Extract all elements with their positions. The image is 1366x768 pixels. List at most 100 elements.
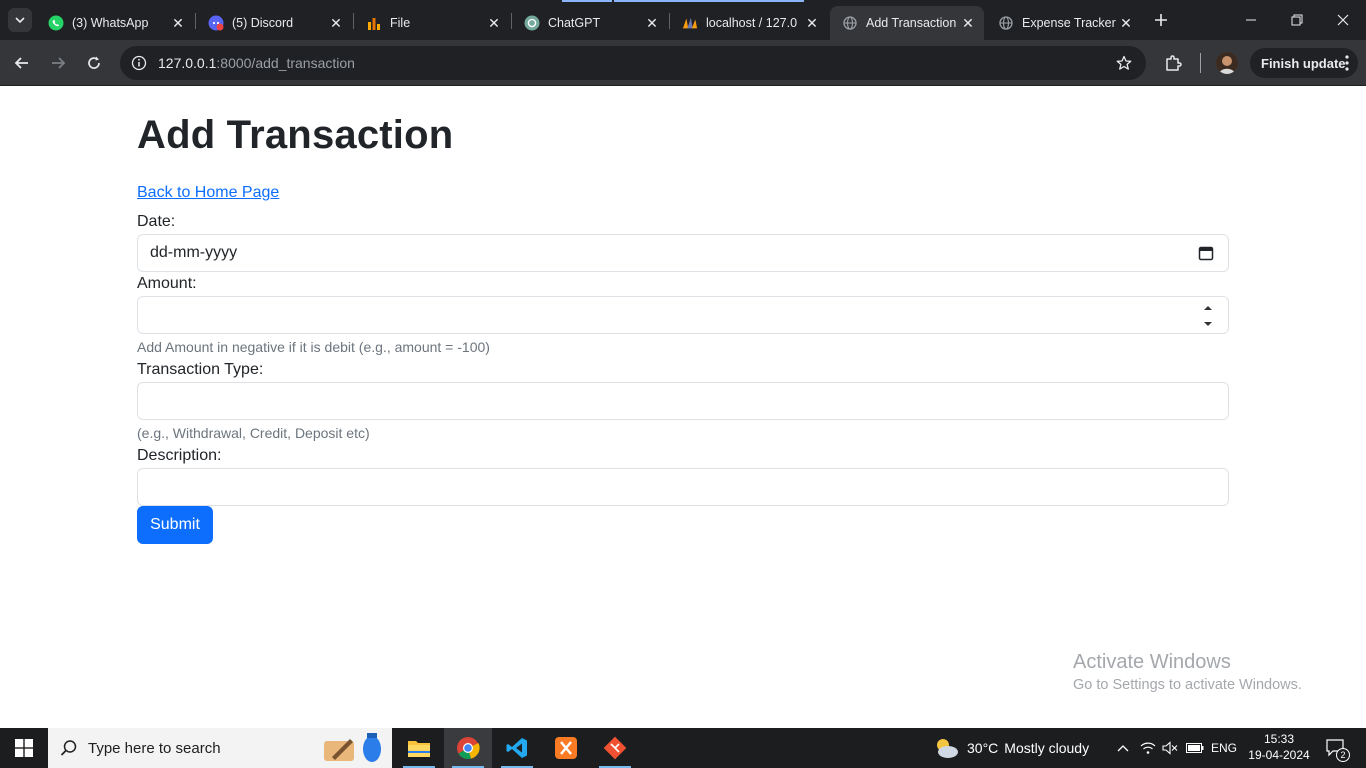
date-input[interactable]: dd-mm-yyyy — [137, 234, 1229, 272]
taskbar-file-explorer[interactable] — [395, 728, 443, 768]
show-hidden-icons-button[interactable] — [1112, 728, 1134, 768]
discord-icon — [208, 15, 224, 31]
search-highlight-illustration-icon — [324, 733, 381, 762]
cloudy-weather-icon — [937, 739, 958, 758]
taskbar-xampp[interactable] — [542, 728, 590, 768]
taskbar-search[interactable]: Type here to search — [48, 728, 392, 768]
start-button[interactable] — [0, 728, 48, 768]
browser-tab-bar: (3) WhatsApp ✕ (5) Discord ✕ File ✕ Chat… — [0, 0, 1366, 40]
tab-whatsapp[interactable]: (3) WhatsApp ✕ — [36, 6, 194, 40]
transaction-type-label: Transaction Type: — [137, 361, 264, 378]
tab-search-button[interactable] — [8, 8, 32, 32]
spin-down-icon[interactable] — [1203, 321, 1213, 327]
close-icon[interactable]: ✕ — [170, 15, 186, 31]
tab-localhost[interactable]: localhost / 127.0 ✕ — [670, 6, 828, 40]
amount-input[interactable] — [137, 296, 1229, 334]
taskbar-chrome[interactable] — [444, 728, 492, 768]
folder-icon — [408, 741, 430, 757]
spin-up-icon[interactable] — [1203, 305, 1213, 311]
battery-button[interactable] — [1184, 728, 1206, 768]
tab-add-transaction[interactable]: Add Transaction ✕ — [830, 6, 984, 40]
tab-title: Expense Tracker — [1022, 16, 1116, 30]
notification-center-button[interactable]: 2 — [1320, 728, 1352, 768]
language-label: ENG — [1210, 741, 1237, 755]
new-tab-button[interactable] — [1145, 4, 1177, 36]
phpmyadmin-icon — [682, 15, 698, 31]
arrow-left-icon — [14, 57, 28, 69]
taskbar-clock[interactable]: 15:33 19-04-2024 — [1244, 731, 1314, 763]
network-button[interactable] — [1138, 728, 1158, 768]
activate-windows-watermark: Activate Windows Go to Settings to activ… — [1073, 651, 1302, 693]
clock-date: 19-04-2024 — [1248, 748, 1310, 762]
xampp-icon — [555, 737, 577, 759]
close-icon[interactable]: ✕ — [804, 15, 820, 31]
info-icon[interactable] — [130, 54, 148, 72]
minimize-button[interactable] — [1228, 0, 1274, 40]
minimize-icon — [1246, 19, 1256, 21]
chevron-up-icon — [1117, 745, 1129, 752]
taskbar-vscode[interactable] — [493, 728, 541, 768]
tab-title: (5) Discord — [232, 16, 294, 30]
chatgpt-icon — [524, 15, 540, 31]
tab-chatgpt[interactable]: ChatGPT ✕ — [512, 6, 668, 40]
restore-button[interactable] — [1274, 0, 1320, 40]
tab-file[interactable]: File ✕ — [354, 6, 510, 40]
page-title: Add Transaction — [137, 113, 454, 157]
finish-update-label: Finish update — [1261, 55, 1346, 71]
input-language-button[interactable]: ENG — [1208, 728, 1240, 768]
description-label: Description: — [137, 447, 222, 464]
page-content: Add Transaction Back to Home Page Date: … — [0, 87, 1366, 728]
globe-icon — [998, 15, 1014, 31]
windows-logo-icon — [15, 739, 33, 757]
url-host: 127.0.0.1 — [158, 55, 217, 71]
vscode-icon — [506, 738, 527, 758]
tab-title: (3) WhatsApp — [72, 16, 149, 30]
close-icon[interactable]: ✕ — [644, 15, 660, 31]
extensions-button[interactable] — [1157, 47, 1189, 79]
url-text: 127.0.0.1:8000/add_transaction — [158, 55, 355, 71]
close-icon[interactable]: ✕ — [960, 15, 976, 31]
transaction-type-help-text: (e.g., Withdrawal, Credit, Deposit etc) — [137, 425, 370, 441]
notification-badge: 2 — [1336, 748, 1350, 762]
tab-title: Add Transaction — [866, 16, 957, 30]
close-window-button[interactable] — [1320, 0, 1366, 40]
description-input[interactable] — [137, 468, 1229, 506]
bar-chart-icon — [366, 15, 382, 31]
chevron-down-icon — [15, 17, 25, 24]
address-bar[interactable]: 127.0.0.1:8000/add_transaction — [120, 46, 1146, 80]
close-icon[interactable]: ✕ — [328, 15, 344, 31]
calendar-icon[interactable] — [1198, 245, 1214, 261]
forward-button[interactable] — [42, 47, 74, 79]
submit-button[interactable]: Submit — [137, 506, 213, 544]
tab-expense-tracker[interactable]: Expense Tracker ✕ — [986, 6, 1142, 40]
tab-title: File — [390, 16, 411, 30]
profile-avatar[interactable] — [1216, 52, 1238, 74]
more-vert-icon — [1345, 55, 1349, 71]
avatar-icon — [1216, 52, 1238, 74]
tab-title: localhost / 127.0 — [706, 16, 798, 30]
number-spinner[interactable] — [1202, 305, 1214, 327]
reload-button[interactable] — [78, 47, 110, 79]
transaction-type-input[interactable] — [137, 382, 1229, 420]
windows-taskbar: Type here to search 30°C Mostly cloudy E… — [0, 728, 1366, 768]
back-to-home-link[interactable]: Back to Home Page — [137, 184, 279, 202]
reload-icon — [88, 56, 100, 69]
toolbar-divider — [1200, 53, 1201, 73]
tab-discord[interactable]: (5) Discord ✕ — [196, 6, 352, 40]
close-icon[interactable]: ✕ — [1118, 15, 1134, 31]
close-icon[interactable]: ✕ — [486, 15, 502, 31]
arrow-right-icon — [52, 57, 66, 69]
taskbar-git[interactable] — [591, 728, 639, 768]
date-label: Date: — [137, 213, 176, 230]
globe-icon — [842, 15, 858, 31]
finish-update-button[interactable]: Finish update — [1250, 48, 1358, 78]
volume-button[interactable] — [1160, 728, 1180, 768]
whatsapp-icon — [48, 15, 64, 31]
weather-widget[interactable]: 30°C Mostly cloudy — [932, 728, 1089, 768]
bookmark-button[interactable] — [1108, 47, 1140, 79]
amount-label: Amount: — [137, 275, 197, 292]
wifi-icon — [1140, 742, 1156, 754]
browser-toolbar: 127.0.0.1:8000/add_transaction Finish up… — [0, 40, 1366, 86]
volume-muted-icon — [1162, 741, 1178, 755]
back-button[interactable] — [6, 47, 38, 79]
